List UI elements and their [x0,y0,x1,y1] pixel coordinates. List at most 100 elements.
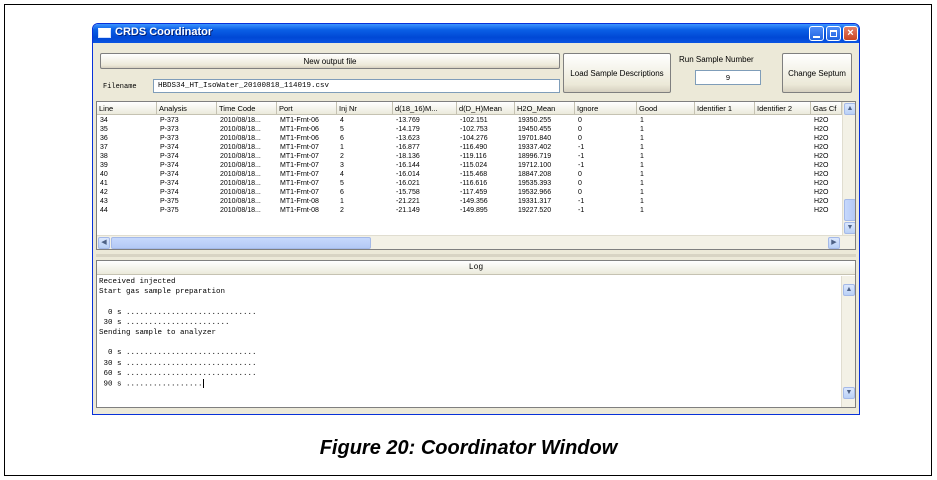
grid-horizontal-scroll-thumb[interactable] [111,237,371,249]
log-line: Received injected [99,278,176,286]
table-cell: P-373 [160,135,179,142]
column-header[interactable]: d(18_16)M... [393,102,457,115]
column-header[interactable]: d(D_H)Mean [457,102,515,115]
grid-horizontal-scrollbar[interactable]: ◀ ▶ [97,235,855,249]
table-cell: 19227.520 [518,207,552,214]
column-header[interactable]: Inj Nr [337,102,393,115]
table-cell [695,179,755,188]
log-line: 0 s ............................. [99,349,257,358]
table-cell: 35 [100,126,108,133]
column-header[interactable]: Identifier 2 [755,102,811,115]
table-cell: 2 [340,153,344,160]
load-sample-descriptions-button[interactable]: Load Sample Descriptions [563,53,671,93]
maximize-button[interactable] [826,26,841,41]
table-cell: 43 [100,198,108,205]
column-header[interactable]: Good [637,102,695,115]
table-row[interactable]: 35 P-373 2010/08/18... MT1-Frnt-06 5 -14.179 -… [97,125,842,134]
table-cell: 18847.208 [518,171,552,178]
scroll-right-icon[interactable]: ▶ [828,237,840,249]
column-header[interactable]: Port [277,102,337,115]
column-header[interactable]: H2O_Mean [515,102,575,115]
data-grid[interactable]: Line Analysis Time Code Port Inj Nr d(18_16)M… [96,101,856,250]
change-septum-button[interactable]: Change Septum [782,53,852,93]
table-cell: -16.014 [396,171,420,178]
table-cell: 18996.719 [518,153,552,160]
log-panel[interactable]: Log Received injected Start gas sample pr… [96,260,856,408]
status-bar [93,412,859,414]
table-row[interactable]: 42 P-374 2010/08/18... MT1-Frnt-07 6 -15.758 -… [97,188,842,197]
scroll-down-icon[interactable]: ▼ [844,222,855,234]
run-sample-number-field[interactable]: 9 [695,70,761,85]
pane-splitter[interactable] [96,254,856,257]
table-cell: H2O [814,144,829,151]
table-cell: 1 [640,144,644,151]
crds-coordinator-window: CRDS Coordinator × New output file Filen… [92,23,860,415]
column-header[interactable]: Time Code [217,102,277,115]
log-line: 30 s ............................. [99,359,257,368]
table-cell: -149.356 [460,198,488,205]
table-cell: 4 [340,171,344,178]
table-cell: H2O [814,126,829,133]
log-line: 60 s ............................. [99,369,257,378]
table-cell: 0 [578,126,582,133]
table-cell: -102.151 [460,117,488,124]
column-header[interactable]: Identifier 1 [695,102,755,115]
table-cell: -1 [578,207,585,214]
table-cell: MT1-Frnt-06 [280,126,319,133]
table-row[interactable]: 36 P-373 2010/08/18... MT1-Frnt-06 6 -13.623 -… [97,134,842,143]
table-row[interactable]: 41 P-374 2010/08/18... MT1-Frnt-07 5 -16.021 -… [97,179,842,188]
column-header[interactable]: Gas Cf [811,102,842,115]
table-row[interactable]: 37 P-374 2010/08/18... MT1-Frnt-07 1 -16.877 -… [97,143,842,152]
table-row[interactable]: 40 P-374 2010/08/18... MT1-Frnt-07 4 -16.014 -… [97,170,842,179]
table-cell: MT1-Frnt-08 [280,198,319,205]
table-cell: 0 [578,171,582,178]
table-cell: -102.753 [460,126,488,133]
table-cell [695,143,755,152]
table-cell: 2010/08/18... [220,135,261,142]
title-bar[interactable]: CRDS Coordinator × [93,24,859,43]
close-button[interactable]: × [843,26,858,41]
minimize-button[interactable] [809,26,824,41]
table-cell: H2O [814,198,829,205]
log-scroll-up-icon[interactable]: ▲ [843,284,855,296]
log-scroll-down-icon[interactable]: ▼ [843,387,855,399]
table-row[interactable]: 43 P-375 2010/08/18... MT1-Frnt-08 1 -21.221 -… [97,197,842,206]
table-cell: MT1-Frnt-07 [280,189,319,196]
log-text[interactable]: Received injected Start gas sample prepar… [99,277,839,389]
column-header[interactable]: Analysis [157,102,217,115]
table-cell: MT1-Frnt-07 [280,144,319,151]
figure-caption: Figure 20: Coordinator Window [319,437,618,459]
table-row[interactable]: 39 P-374 2010/08/18... MT1-Frnt-07 3 -16.144 -… [97,161,842,170]
table-cell: P-374 [160,144,179,151]
table-cell: H2O [814,180,829,187]
table-row[interactable]: 44 P-375 2010/08/18... MT1-Frnt-08 2 -21.149 -… [97,206,842,215]
table-cell: MT1-Frnt-07 [280,180,319,187]
table-cell: -1 [578,162,585,169]
table-row[interactable]: 34 P-373 2010/08/18... MT1-Frnt-06 4 -13.769 -… [97,116,842,125]
grid-vertical-scroll-thumb[interactable] [844,199,855,221]
table-cell: 34 [100,117,108,124]
table-cell [755,179,811,188]
table-cell: -14.179 [396,126,420,133]
table-cell: 1 [640,189,644,196]
text-caret [202,378,204,388]
table-cell: 19337.402 [518,144,552,151]
scroll-up-icon[interactable]: ▲ [844,103,855,115]
filename-field[interactable]: HBDS34_HT_IsoWater_20100818_114019.csv [153,79,560,93]
scroll-left-icon[interactable]: ◀ [98,237,110,249]
table-row[interactable]: 38 P-374 2010/08/18... MT1-Frnt-07 2 -18.136 -… [97,152,842,161]
column-header[interactable]: Ignore [575,102,637,115]
table-cell: 2010/08/18... [220,162,261,169]
grid-vertical-scrollbar[interactable]: ▲ ▼ [842,102,855,235]
log-vertical-scrollbar[interactable]: ▲ ▼ [841,276,855,407]
table-cell: -1 [578,153,585,160]
new-output-file-button[interactable]: New output file [100,53,560,69]
column-header[interactable]: Line [97,102,157,115]
table-cell: 2010/08/18... [220,180,261,187]
table-cell: H2O [814,135,829,142]
table-cell: H2O [814,153,829,160]
table-cell: 2 [340,207,344,214]
log-line: 0 s ............................. [99,308,257,317]
table-cell: MT1-Frnt-08 [280,207,319,214]
